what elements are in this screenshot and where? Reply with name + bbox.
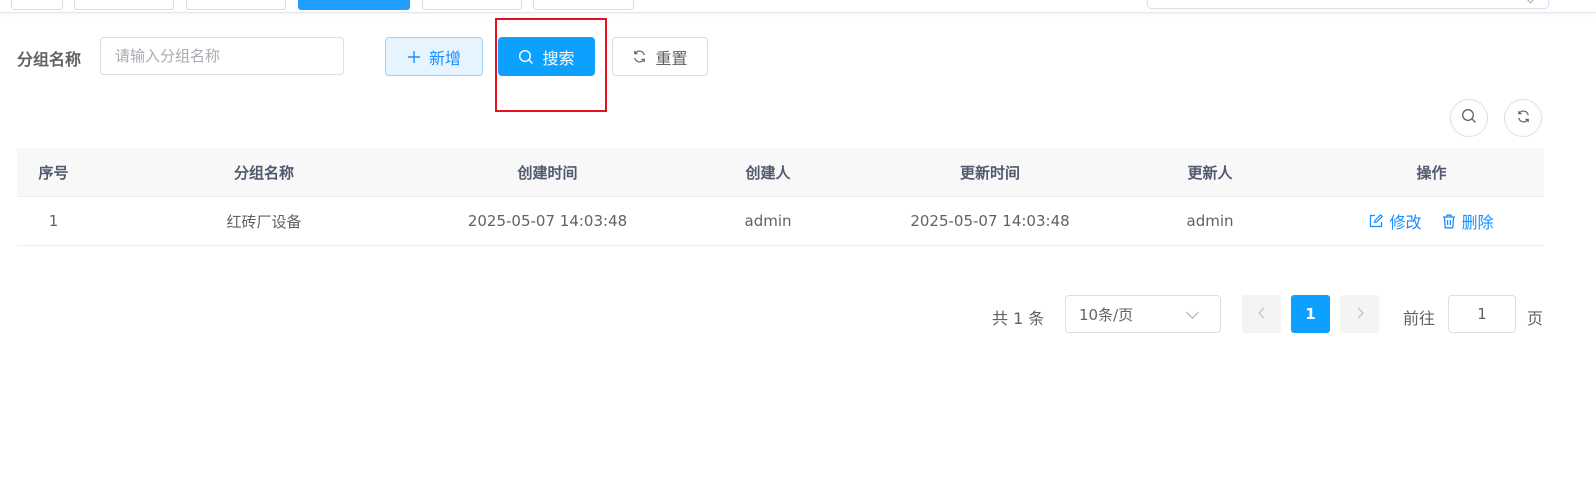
page-size-select[interactable]: 10条/页 (1065, 295, 1221, 333)
column-header-index: 序号 (38, 163, 69, 182)
next-page-button[interactable] (1340, 295, 1379, 333)
add-button[interactable]: 新增 (385, 37, 483, 76)
tags-view-tab[interactable] (11, 0, 63, 10)
tags-view-tab[interactable] (74, 0, 174, 10)
cell-created-at: 2025-05-07 14:03:48 (467, 212, 628, 230)
table-row: 1 红砖厂设备 2025-05-07 14:03:48 admin 2025-0… (17, 197, 1544, 246)
column-header-created-at: 创建时间 (517, 163, 578, 182)
delete-link-label: 删除 (1461, 213, 1494, 232)
edit-link-label: 修改 (1389, 213, 1422, 232)
edit-icon (1369, 214, 1384, 228)
tags-view-bar (0, 0, 1596, 13)
top-select[interactable] (1147, 0, 1549, 9)
delete-link[interactable]: 删除 (1442, 209, 1494, 233)
tags-view-tab[interactable] (422, 0, 522, 10)
goto-page-input[interactable] (1448, 295, 1516, 333)
search-icon (1461, 108, 1477, 128)
page-size-value: 10条/页 (1079, 305, 1134, 324)
refresh-icon (632, 49, 647, 64)
goto-label: 前往 (1403, 309, 1436, 328)
reset-button-label: 重置 (655, 48, 688, 68)
search-icon (518, 49, 534, 65)
search-button-label: 搜索 (542, 48, 575, 68)
pagination-total: 共 1 条 (992, 309, 1045, 328)
refresh-icon (1516, 109, 1531, 128)
toggle-search-button[interactable] (1450, 99, 1488, 137)
edit-link[interactable]: 修改 (1369, 209, 1422, 233)
group-name-input[interactable] (100, 37, 344, 75)
chevron-left-icon (1257, 305, 1267, 323)
refresh-button[interactable] (1504, 99, 1542, 137)
trash-icon (1442, 214, 1456, 229)
cell-index: 1 (48, 212, 59, 230)
tags-view-tab[interactable] (186, 0, 286, 10)
prev-page-button[interactable] (1242, 295, 1281, 333)
column-header-updated-by: 更新人 (1187, 163, 1233, 182)
tags-view-tab[interactable] (533, 0, 634, 10)
reset-button[interactable]: 重置 (612, 37, 708, 76)
column-header-group-name: 分组名称 (233, 163, 294, 182)
chevron-down-icon (1525, 0, 1536, 4)
table-header: 序号 分组名称 创建时间 创建人 更新时间 更新人 操作 (17, 148, 1544, 197)
column-header-actions: 操作 (1416, 163, 1447, 182)
group-table: 序号 分组名称 创建时间 创建人 更新时间 更新人 操作 1 红砖厂设备 202… (17, 148, 1544, 246)
cell-updated-at: 2025-05-07 14:03:48 (910, 212, 1070, 230)
column-header-created-by: 创建人 (745, 163, 791, 182)
tags-view-tab-active[interactable] (298, 0, 410, 10)
column-header-updated-at: 更新时间 (959, 163, 1020, 182)
add-button-label: 新增 (428, 48, 461, 68)
chevron-right-icon (1355, 305, 1365, 323)
plus-icon (407, 50, 421, 64)
chevron-down-icon (1186, 306, 1199, 319)
page-suffix-label: 页 (1527, 309, 1544, 328)
cell-group-name: 红砖厂设备 (226, 212, 302, 231)
page-number-current[interactable]: 1 (1291, 295, 1330, 333)
cell-created-by: admin (744, 212, 792, 230)
group-name-label: 分组名称 (17, 50, 82, 69)
cell-updated-by: admin (1186, 212, 1234, 230)
search-button[interactable]: 搜索 (498, 37, 595, 76)
cell-actions: 修改 删除 (1319, 197, 1544, 245)
